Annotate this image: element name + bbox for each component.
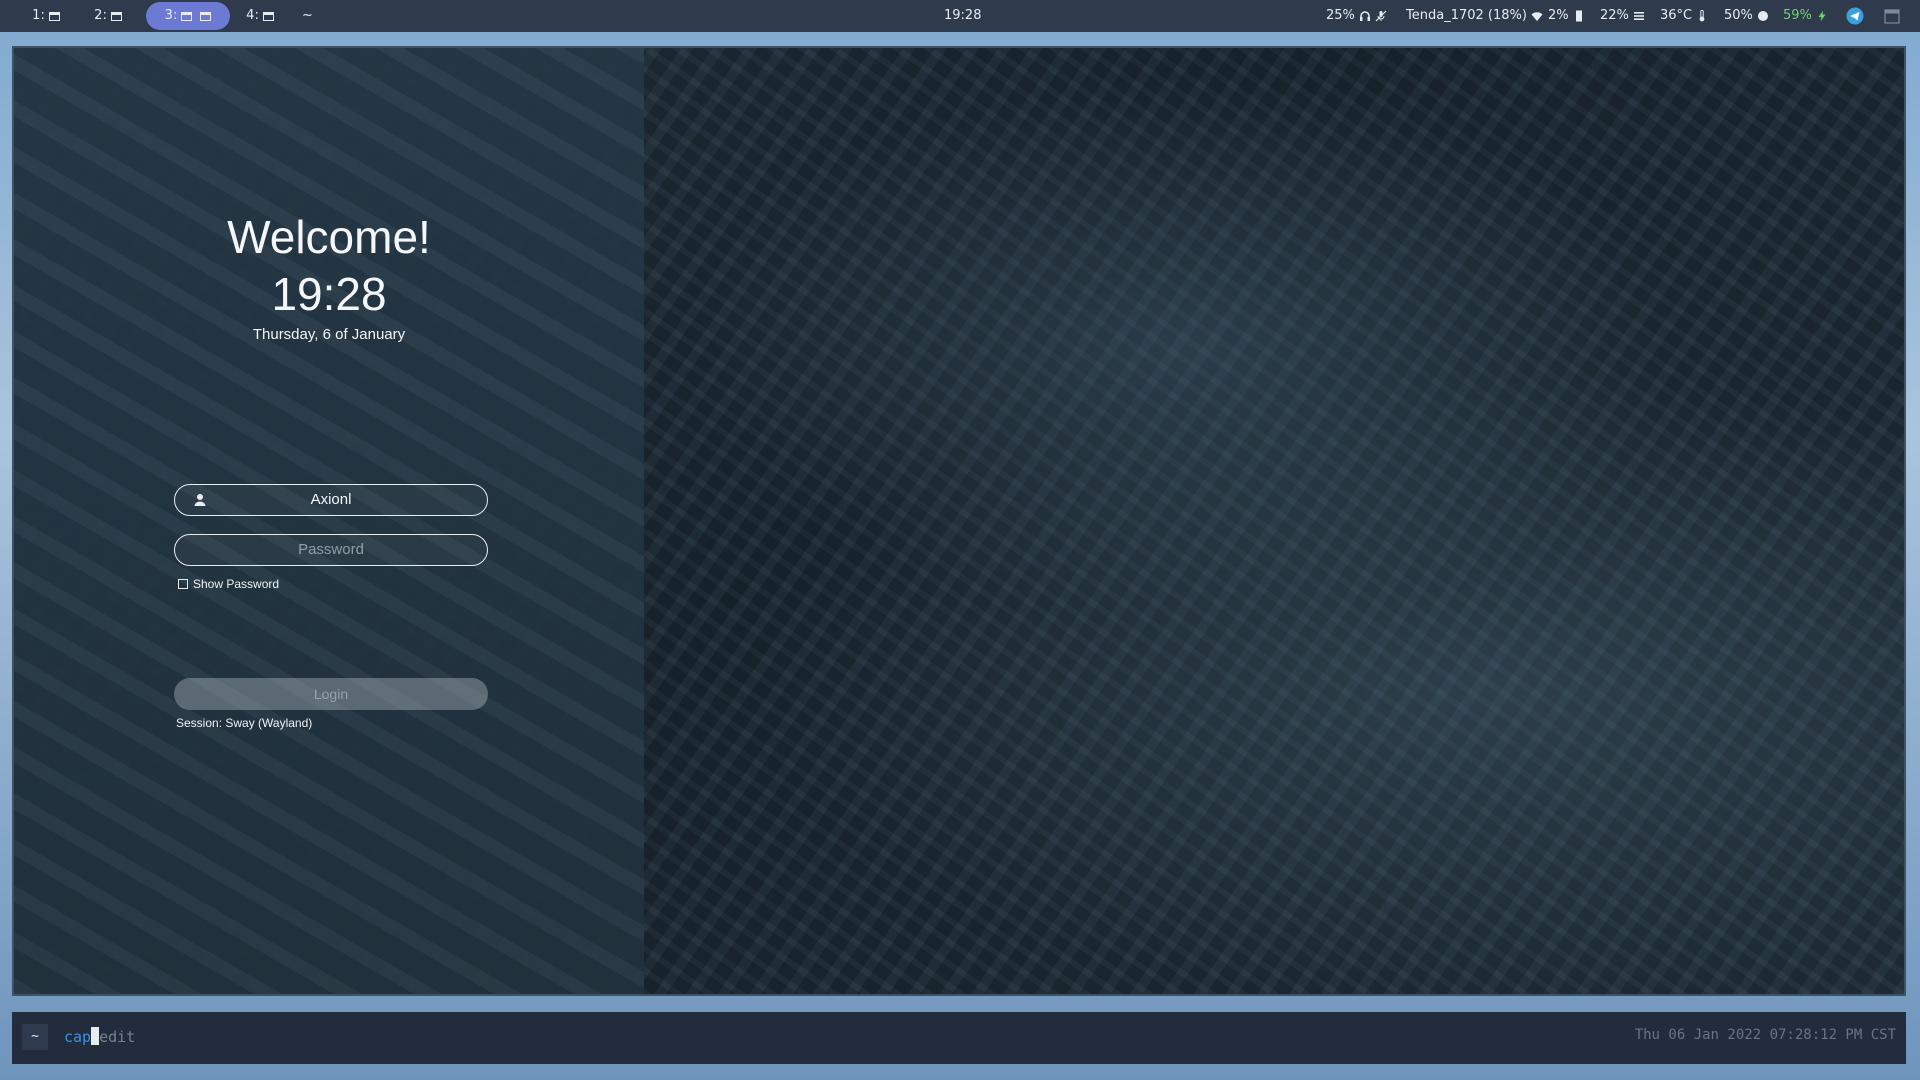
window-icon bbox=[48, 11, 60, 21]
username-value: Axionl bbox=[310, 491, 352, 508]
prompt-timestamp: Thu 06 Jan 2022 07:28:12 PM CST bbox=[1634, 1027, 1896, 1043]
battery-value: 59% bbox=[1783, 8, 1812, 23]
user-icon bbox=[194, 494, 206, 506]
workspace-label: 2: bbox=[94, 8, 107, 23]
password-field[interactable]: Password bbox=[174, 534, 488, 566]
window-icon bbox=[200, 11, 212, 21]
headphones-icon bbox=[1359, 11, 1370, 21]
wifi-icon bbox=[1531, 12, 1543, 21]
workspace-label: 1: bbox=[32, 8, 45, 23]
session-selector[interactable]: Session: Sway (Wayland) bbox=[176, 716, 312, 730]
memory-icon bbox=[1633, 12, 1644, 20]
workspace-label: 4: bbox=[246, 8, 259, 23]
temperature-value: 36°C bbox=[1660, 8, 1693, 23]
scratchpad-indicator[interactable]: ~ bbox=[302, 0, 313, 32]
brightness-indicator[interactable]: 50% bbox=[1724, 0, 1769, 32]
temperature-indicator[interactable]: 36°C bbox=[1660, 0, 1708, 32]
window-icon bbox=[181, 11, 193, 21]
welcome-title: Welcome! bbox=[227, 211, 431, 263]
show-password-toggle[interactable]: Show Password bbox=[178, 577, 279, 591]
window-icon bbox=[110, 11, 122, 21]
tray-calendar-icon[interactable] bbox=[1884, 0, 1900, 32]
greeter-clock: 19:28 bbox=[271, 268, 387, 320]
memory-value: 22% bbox=[1600, 8, 1629, 23]
brightness-value: 50% bbox=[1724, 8, 1753, 23]
tray-app-icon[interactable] bbox=[1846, 0, 1864, 32]
login-button[interactable]: Login bbox=[174, 678, 488, 710]
clock[interactable]: 19:28 bbox=[944, 0, 981, 32]
top-status-bar: 1: 2: 3: 4: ~ 19:28 25% Tenda_1702 (18%)… bbox=[0, 0, 1920, 32]
show-password-label: Show Password bbox=[193, 577, 280, 591]
command-prompt-bar: ~ cap edit Thu 06 Jan 2022 07:28:12 PM CS… bbox=[12, 1012, 1906, 1064]
battery-indicator[interactable]: 59% bbox=[1783, 0, 1828, 32]
calendar-icon bbox=[1884, 9, 1900, 24]
workspace-1-button[interactable]: 1: bbox=[28, 2, 64, 30]
cpu-icon bbox=[1575, 10, 1582, 22]
prompt-symbol: ~ bbox=[22, 1024, 48, 1050]
workspace-2-button[interactable]: 2: bbox=[90, 2, 126, 30]
text-cursor bbox=[91, 1027, 100, 1045]
cpu-value: 2% bbox=[1548, 8, 1569, 23]
command-suggestion: edit bbox=[99, 1028, 136, 1046]
show-password-checkbox[interactable] bbox=[178, 579, 188, 589]
telegram-icon bbox=[1846, 7, 1864, 25]
greeter-date: Thursday, 6 of January bbox=[252, 326, 406, 343]
wifi-value: Tenda_1702 (18%) bbox=[1406, 8, 1527, 23]
volume-value: 25% bbox=[1326, 8, 1355, 23]
volume-indicator[interactable]: 25% bbox=[1326, 0, 1387, 32]
workspace-4-button[interactable]: 4: bbox=[242, 2, 278, 30]
greeter-window: Welcome! 19:28 Thursday, 6 of January Ax… bbox=[12, 46, 1906, 996]
username-field[interactable]: Axionl bbox=[174, 484, 488, 516]
login-panel: Welcome! 19:28 Thursday, 6 of January Ax… bbox=[14, 48, 644, 994]
wifi-indicator[interactable]: Tenda_1702 (18%) bbox=[1406, 0, 1543, 32]
microphone-muted-icon bbox=[1375, 10, 1387, 22]
brightness-icon bbox=[1757, 11, 1768, 21]
cpu-indicator[interactable]: 2% bbox=[1548, 0, 1585, 32]
command-input[interactable]: cap edit bbox=[64, 1027, 135, 1046]
command-typed-text: cap bbox=[64, 1028, 92, 1046]
workspace-3-button[interactable]: 3: bbox=[146, 2, 230, 30]
window-icon bbox=[262, 11, 274, 21]
thermometer-icon bbox=[1699, 10, 1705, 22]
charging-icon bbox=[1818, 10, 1826, 22]
workspace-label: 3: bbox=[164, 8, 178, 23]
password-placeholder: Password bbox=[298, 541, 364, 558]
memory-indicator[interactable]: 22% bbox=[1600, 0, 1645, 32]
